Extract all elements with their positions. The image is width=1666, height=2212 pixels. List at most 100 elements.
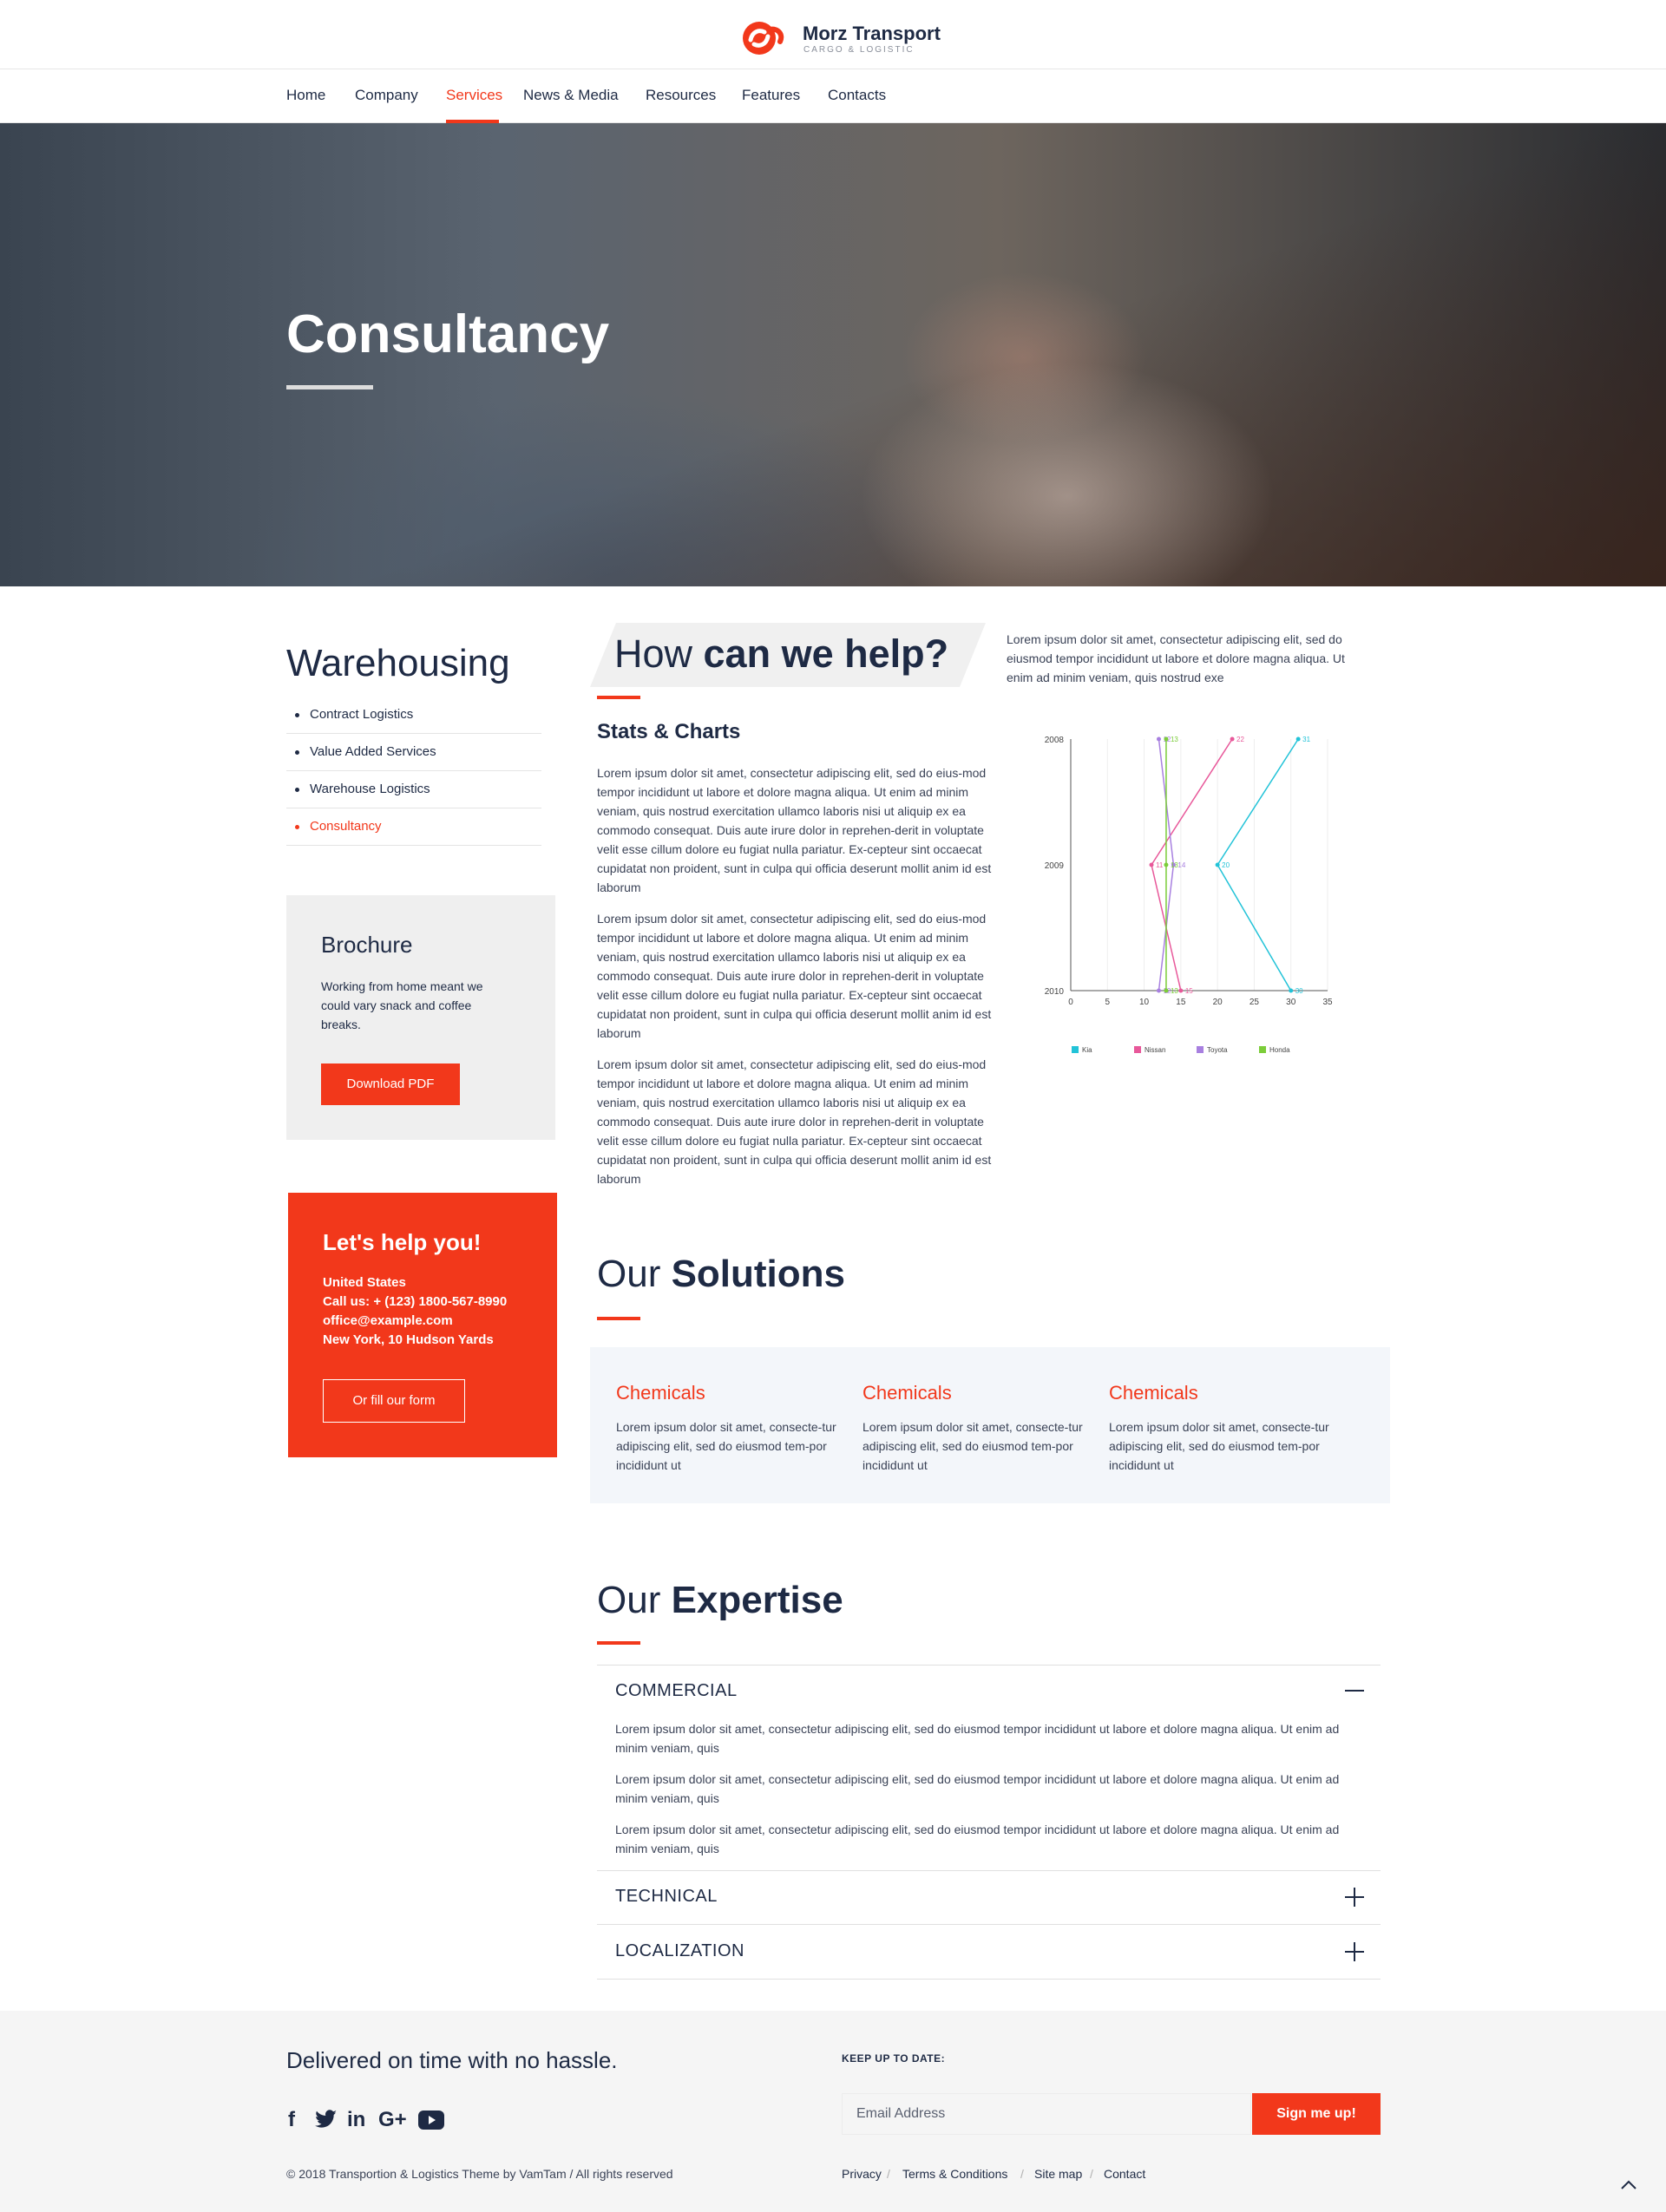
collapse-icon[interactable] — [1345, 1681, 1364, 1700]
body-paragraph: Lorem ipsum dolor sit amet, consectetur … — [597, 1057, 992, 1186]
expand-icon[interactable] — [1345, 1942, 1364, 1961]
chart-point — [1230, 736, 1235, 742]
chart-data-label: 31 — [1302, 736, 1310, 743]
logo-icon[interactable] — [740, 19, 796, 57]
chart-data-label: 22 — [1236, 736, 1244, 743]
sidebar-item-consultancy[interactable]: Consultancy — [295, 819, 382, 834]
heading-bold: can we help? — [703, 632, 949, 676]
heading-bold: Expertise — [671, 1579, 843, 1621]
newsletter-label: KEEP UP TO DATE: — [842, 2052, 946, 2065]
brochure-text: Working from home meant we could vary sn… — [321, 979, 483, 1031]
intro-text: Lorem ipsum dolor sit amet, consectetur … — [1007, 632, 1345, 684]
sidebar-title: Warehousing — [286, 642, 510, 684]
copyright: © 2018 Transportion & Logistics Theme by… — [286, 2167, 673, 2181]
chart-y-tick-label: 2010 — [1045, 987, 1065, 997]
chart-point — [1164, 862, 1169, 867]
chart-y-tick-label: 2008 — [1045, 736, 1065, 745]
heading-light: How — [614, 632, 704, 676]
sidebar-item-label: Contract Logistics — [310, 707, 414, 722]
heading-light: Our — [597, 1253, 672, 1295]
google-plus-icon[interactable]: G+ — [378, 2108, 407, 2132]
accordion-paragraph: Lorem ipsum dolor sit amet, consectetur … — [615, 1772, 1340, 1805]
link-separator: / — [1090, 2167, 1093, 2181]
help-phone[interactable]: Call us: + (123) 1800-567-8990 — [323, 1294, 507, 1309]
expand-icon[interactable] — [1345, 1888, 1364, 1907]
help-country: United States — [323, 1275, 406, 1290]
link-separator: / — [887, 2167, 890, 2181]
footer-link-privacy[interactable]: Privacy — [842, 2167, 882, 2181]
chart-data-label: 11 — [1156, 861, 1164, 869]
chart-legend-swatch — [1134, 1046, 1141, 1053]
solution-title[interactable]: Chemicals — [1109, 1382, 1198, 1404]
youtube-icon[interactable] — [418, 2111, 444, 2130]
page-title: Consultancy — [286, 304, 610, 364]
footer — [0, 2011, 1666, 2212]
chart-point — [1149, 862, 1154, 867]
signup-button[interactable]: Sign me up! — [1252, 2093, 1381, 2135]
chart-data-label: 13 — [1171, 736, 1178, 743]
chart-legend-label: Honda — [1269, 1046, 1290, 1054]
fill-form-button[interactable]: Or fill our form — [323, 1379, 465, 1423]
chart-legend-swatch — [1072, 1046, 1079, 1053]
accordion-header-localization[interactable]: LOCALIZATION — [615, 1941, 744, 1961]
email-field[interactable] — [842, 2093, 1251, 2135]
solution-title[interactable]: Chemicals — [616, 1382, 705, 1404]
hero-banner — [0, 123, 1666, 586]
brand-tagline: CARGO & LOGISTIC — [803, 45, 915, 55]
stats-chart: 0510152025303520082009201031203022111512… — [1045, 736, 1333, 1054]
accordion-paragraph: Lorem ipsum dolor sit amet, consectetur … — [615, 1823, 1340, 1855]
nav-home[interactable]: Home — [286, 87, 325, 104]
chart-x-tick-label: 0 — [1068, 998, 1073, 1007]
help-email[interactable]: office@example.com — [323, 1313, 453, 1328]
chart-data-label: 14 — [1177, 861, 1185, 869]
sidebar-item-value-added-services[interactable]: Value Added Services — [295, 744, 436, 759]
nav-services[interactable]: Services — [446, 87, 502, 104]
heading-underline — [597, 1317, 640, 1320]
footer-link-terms[interactable]: Terms & Conditions — [902, 2167, 1007, 2181]
bullet-icon — [295, 824, 299, 829]
bullet-icon — [295, 787, 299, 792]
nav-resources[interactable]: Resources — [646, 87, 716, 104]
chart-point — [1295, 736, 1301, 742]
nav-features[interactable]: Features — [742, 87, 800, 104]
chart-legend-label: Nissan — [1145, 1046, 1165, 1054]
stats-title: Stats & Charts — [597, 720, 741, 743]
section-heading-solutions: Our Solutions — [597, 1253, 845, 1296]
help-title: Let's help you! — [323, 1229, 482, 1255]
nav-news-media[interactable]: News & Media — [523, 87, 619, 104]
chart-x-tick-label: 20 — [1213, 998, 1223, 1007]
nav-contacts[interactable]: Contacts — [828, 87, 886, 104]
divider — [597, 1870, 1381, 1871]
chart-point — [1215, 862, 1220, 867]
solution-title[interactable]: Chemicals — [863, 1382, 952, 1404]
footer-link-sitemap[interactable]: Site map — [1034, 2167, 1082, 2181]
sidebar-item-warehouse-logistics[interactable]: Warehouse Logistics — [295, 782, 430, 796]
chart-data-label: 13 — [1171, 861, 1178, 869]
chart-point — [1156, 736, 1161, 742]
chart-point — [1156, 988, 1161, 993]
chevron-up-icon[interactable] — [1619, 2176, 1638, 2195]
brochure-title: Brochure — [321, 932, 413, 958]
brand-name[interactable]: Morz Transport — [803, 23, 941, 45]
chart-x-tick-label: 5 — [1105, 998, 1111, 1007]
divider — [597, 1979, 1381, 1980]
sidebar-item-label: Consultancy — [310, 819, 382, 834]
heading-underline — [597, 1641, 640, 1645]
accordion-header-commercial[interactable]: COMMERCIAL — [615, 1681, 738, 1701]
facebook-icon[interactable]: f — [288, 2108, 295, 2132]
twitter-icon[interactable] — [315, 2110, 338, 2129]
download-pdf-button[interactable]: Download PDF — [321, 1063, 460, 1105]
chart-y-tick-label: 2009 — [1045, 861, 1065, 871]
nav-company[interactable]: Company — [355, 87, 418, 104]
divider — [597, 1665, 1381, 1666]
title-underline — [286, 385, 373, 389]
footer-link-contact[interactable]: Contact — [1104, 2167, 1145, 2181]
sidebar-item-contract-logistics[interactable]: Contract Logistics — [295, 707, 413, 722]
accordion-header-technical[interactable]: TECHNICAL — [615, 1887, 718, 1907]
chart-point — [1164, 736, 1169, 742]
chart-legend-label: Kia — [1082, 1046, 1092, 1054]
chart-series-line — [1217, 738, 1299, 991]
divider — [597, 1924, 1381, 1925]
chart-x-tick-label: 25 — [1250, 998, 1260, 1007]
linkedin-icon[interactable]: in — [347, 2108, 365, 2132]
